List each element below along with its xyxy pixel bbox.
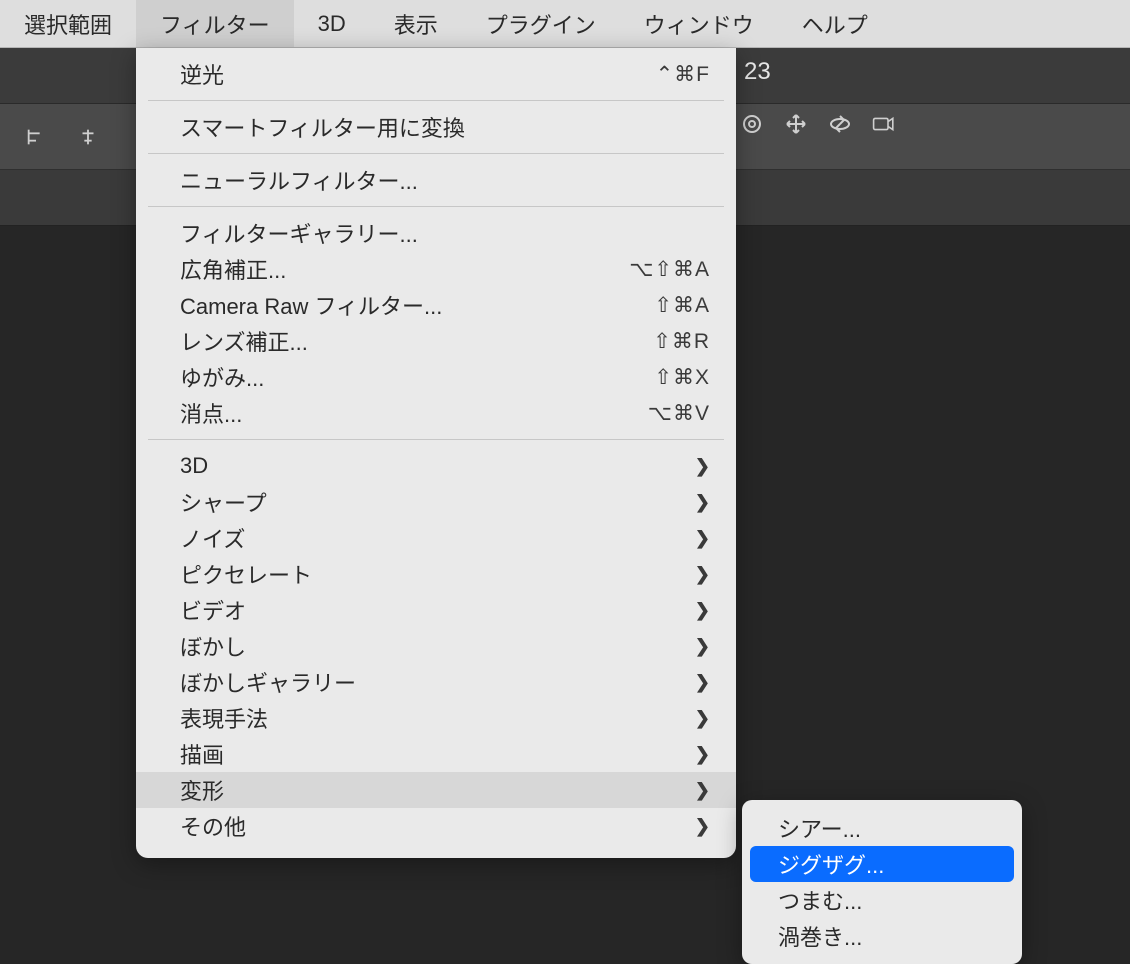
menu-item-label: その他	[180, 810, 246, 842]
menu-item-shortcut: ⌥⇧⌘A	[629, 257, 710, 282]
menu-label: ウィンドウ	[644, 8, 754, 40]
filter-menu-item[interactable]: スマートフィルター用に変換	[136, 109, 736, 145]
filter-menu-item[interactable]: 3D ❯	[136, 448, 736, 484]
menu-item-shortcut: ⌥⌘V	[648, 401, 710, 426]
chevron-right-icon: ❯	[695, 456, 710, 477]
filter-menu-item[interactable]: 広角補正... ⌥⇧⌘A	[136, 251, 736, 287]
filter-menu-item[interactable]: 表現手法 ❯	[136, 700, 736, 736]
menu-label: ヘルプ	[802, 8, 868, 40]
menu-label: 表示	[394, 8, 438, 40]
filter-menu-item[interactable]: ぼかし ❯	[136, 628, 736, 664]
filter-menu-item[interactable]: ぼかしギャラリー ❯	[136, 664, 736, 700]
menu-item-label: ビデオ	[180, 594, 246, 626]
menu-label: プラグイン	[486, 8, 596, 40]
rotate-3d-icon[interactable]	[828, 112, 852, 136]
filter-menu-item[interactable]: 消点... ⌥⌘V	[136, 395, 736, 431]
menu-item-shortcut: ⇧⌘R	[653, 329, 710, 354]
menu-label: 選択範囲	[24, 8, 112, 40]
chevron-right-icon: ❯	[695, 636, 710, 657]
filter-menu-item[interactable]: ノイズ ❯	[136, 520, 736, 556]
chevron-right-icon: ❯	[695, 672, 710, 693]
submenu-item-label: シアー...	[778, 812, 861, 844]
chevron-right-icon: ❯	[695, 816, 710, 837]
menu-3d[interactable]: 3D	[294, 0, 370, 47]
chevron-right-icon: ❯	[695, 564, 710, 585]
menu-item-label: 広角補正...	[180, 253, 286, 285]
menu-selection[interactable]: 選択範囲	[0, 0, 136, 47]
chevron-right-icon: ❯	[695, 600, 710, 621]
menu-separator	[148, 153, 724, 154]
menu-item-label: ニューラルフィルター...	[180, 164, 418, 196]
distort-submenu-item[interactable]: ジグザグ...	[750, 846, 1014, 882]
menu-item-label: レンズ補正...	[180, 325, 308, 357]
menu-item-label: 3D	[180, 453, 208, 479]
menu-item-label: 描画	[180, 738, 224, 770]
align-center-icon[interactable]	[76, 125, 100, 149]
menu-item-label: 逆光	[180, 58, 224, 90]
filter-menu-item[interactable]: フィルターギャラリー...	[136, 215, 736, 251]
menu-item-label: Camera Raw フィルター...	[180, 289, 442, 321]
menu-item-shortcut: ⌃⌘F	[656, 62, 710, 87]
submenu-item-label: つまむ...	[778, 884, 862, 916]
menu-label: フィルター	[160, 8, 270, 40]
menu-separator	[148, 439, 724, 440]
submenu-item-label: ジグザグ...	[778, 848, 884, 880]
chevron-right-icon: ❯	[695, 708, 710, 729]
menu-filter[interactable]: フィルター	[136, 0, 294, 47]
distort-submenu-item[interactable]: つまむ...	[742, 882, 1022, 918]
menu-label: 3D	[318, 11, 346, 37]
menu-window[interactable]: ウィンドウ	[620, 0, 778, 47]
filter-menu-item[interactable]: 描画 ❯	[136, 736, 736, 772]
menu-item-shortcut: ⇧⌘A	[654, 293, 710, 318]
distort-submenu-item[interactable]: シアー...	[742, 810, 1022, 846]
menu-item-label: ゆがみ...	[180, 361, 264, 393]
menu-item-label: 変形	[180, 774, 224, 806]
menu-separator	[148, 206, 724, 207]
move-arrows-icon[interactable]	[784, 112, 808, 136]
filter-menu-item[interactable]: 逆光 ⌃⌘F	[136, 56, 736, 92]
filter-menu-item[interactable]: 変形 ❯	[136, 772, 736, 808]
align-left-icon[interactable]	[24, 125, 48, 149]
chevron-right-icon: ❯	[695, 780, 710, 801]
filter-dropdown-menu: 逆光 ⌃⌘F スマートフィルター用に変換ニューラルフィルター... フィルターギャラリ…	[136, 48, 736, 858]
camera-flip-icon[interactable]	[872, 112, 896, 136]
menu-item-label: 表現手法	[180, 702, 268, 734]
menu-item-label: ぼかし	[180, 630, 246, 662]
menu-item-label: ノイズ	[180, 522, 245, 554]
chevron-right-icon: ❯	[695, 744, 710, 765]
menubar: 選択範囲 フィルター 3D 表示 プラグイン ウィンドウ ヘルプ	[0, 0, 1130, 48]
menu-item-label: スマートフィルター用に変換	[180, 111, 465, 143]
circle-target-icon[interactable]	[740, 112, 764, 136]
submenu-item-label: 渦巻き...	[778, 920, 862, 952]
filter-menu-item[interactable]: ゆがみ... ⇧⌘X	[136, 359, 736, 395]
menu-item-label: ぼかしギャラリー	[180, 666, 356, 698]
filter-menu-item[interactable]: その他 ❯	[136, 808, 736, 844]
filter-menu-item[interactable]: レンズ補正... ⇧⌘R	[136, 323, 736, 359]
filter-menu-item[interactable]: シャープ ❯	[136, 484, 736, 520]
distort-submenu: シアー... ジグザグ... つまむ... 渦巻き...	[742, 800, 1022, 964]
app-title-fragment: 23	[744, 58, 771, 86]
menu-separator	[148, 100, 724, 101]
chevron-right-icon: ❯	[695, 528, 710, 549]
menu-item-shortcut: ⇧⌘X	[654, 365, 710, 390]
menu-help[interactable]: ヘルプ	[778, 0, 892, 47]
distort-submenu-item[interactable]: 渦巻き...	[742, 918, 1022, 954]
filter-menu-item[interactable]: ニューラルフィルター...	[136, 162, 736, 198]
filter-menu-item[interactable]: ビデオ ❯	[136, 592, 736, 628]
menu-item-label: フィルターギャラリー...	[180, 217, 418, 249]
menu-plugins[interactable]: プラグイン	[462, 0, 620, 47]
menu-item-label: シャープ	[180, 486, 267, 518]
menu-item-label: 消点...	[180, 397, 242, 429]
menu-item-label: ピクセレート	[180, 558, 312, 590]
chevron-right-icon: ❯	[695, 492, 710, 513]
menu-view[interactable]: 表示	[370, 0, 462, 47]
filter-menu-item[interactable]: Camera Raw フィルター... ⇧⌘A	[136, 287, 736, 323]
filter-menu-item[interactable]: ピクセレート ❯	[136, 556, 736, 592]
